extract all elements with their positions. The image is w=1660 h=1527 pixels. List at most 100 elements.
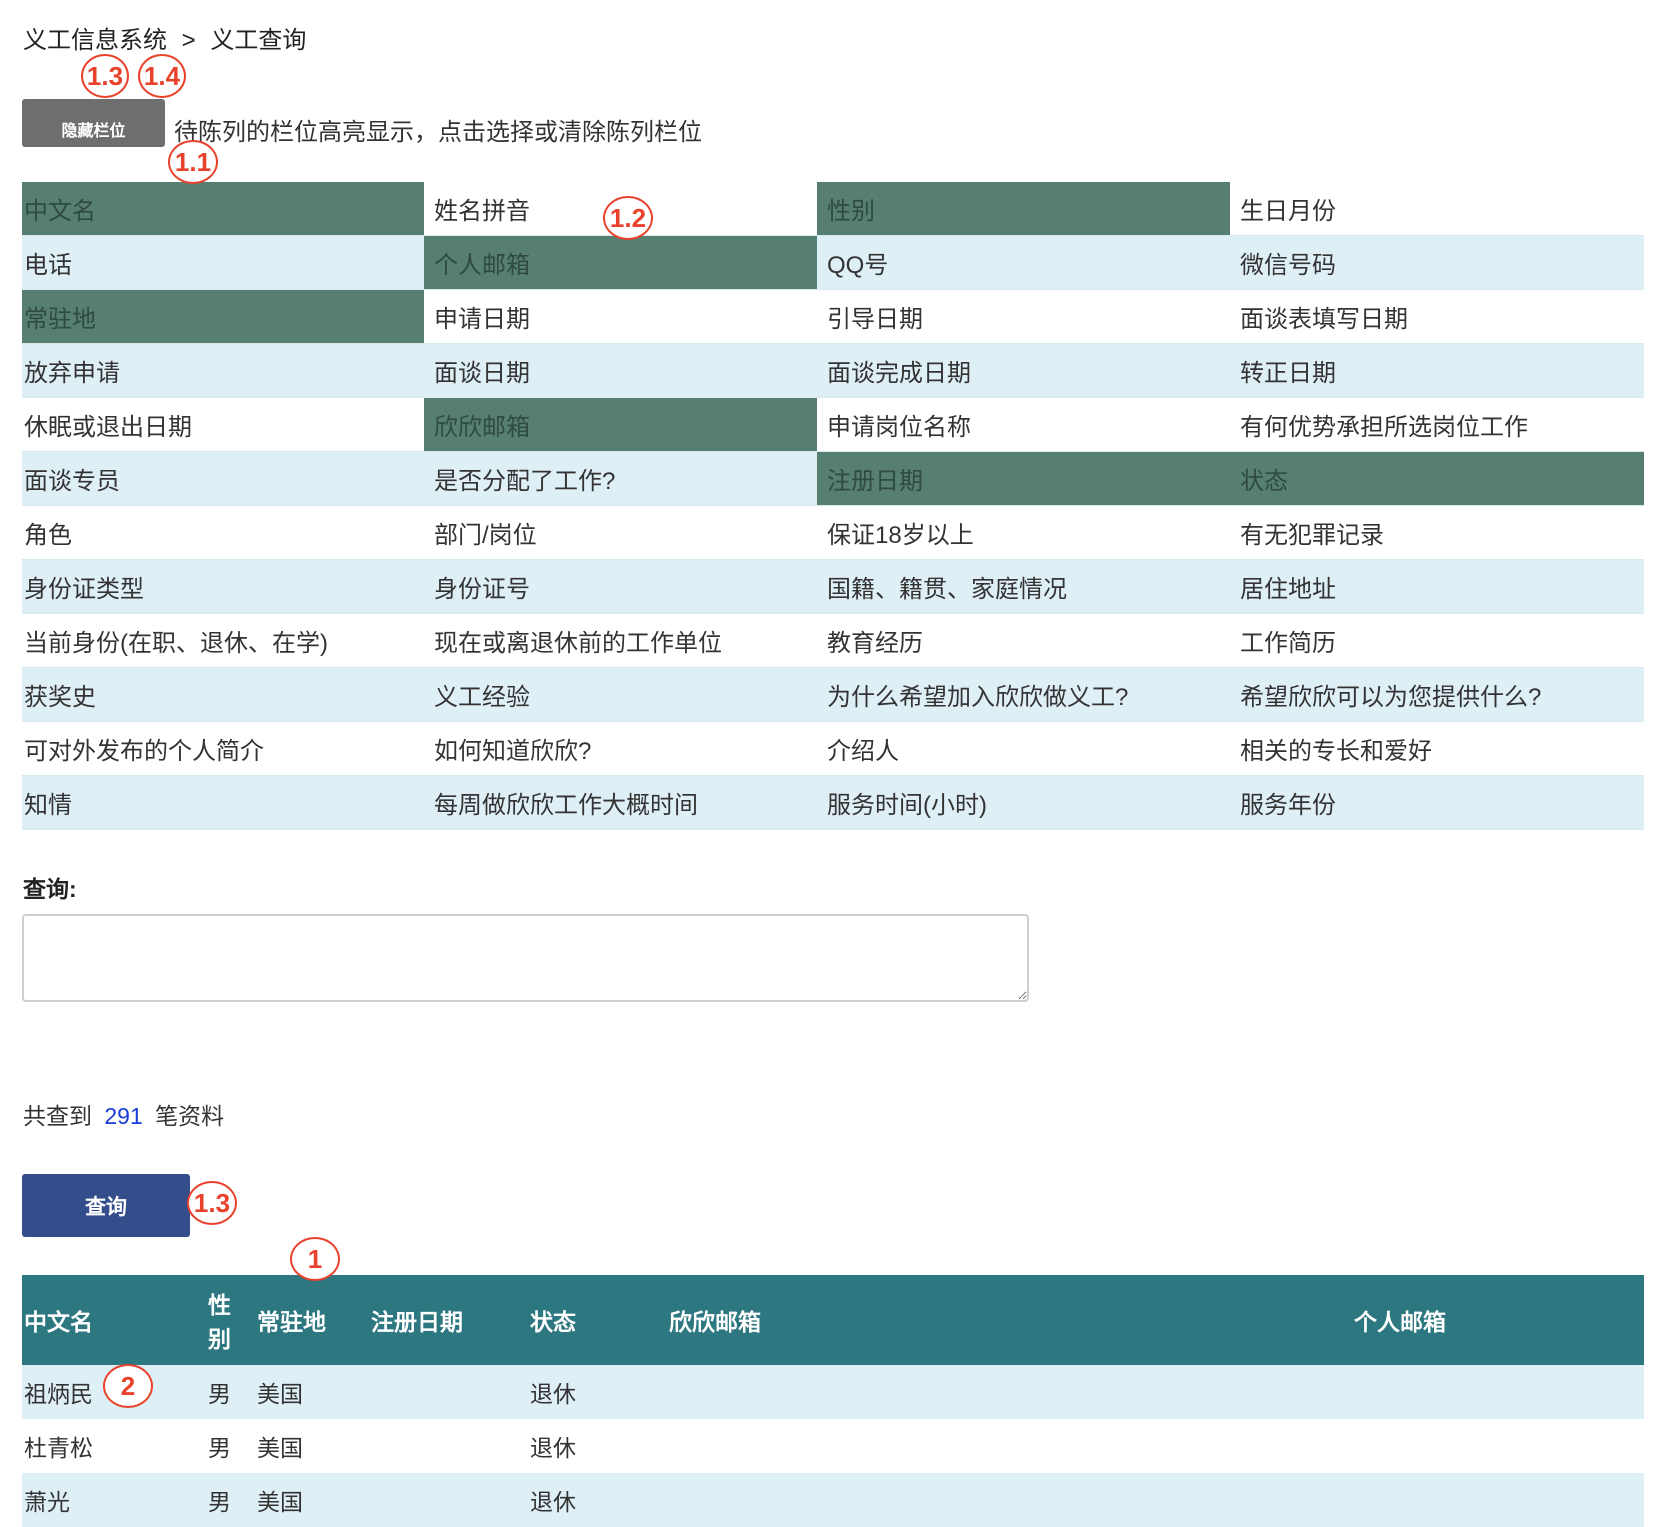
field-option[interactable]: 知情 bbox=[22, 776, 424, 830]
table-cell bbox=[1156, 1365, 1644, 1419]
field-option[interactable]: 个人邮箱 bbox=[424, 236, 817, 290]
field-option[interactable]: 义工经验 bbox=[424, 668, 817, 722]
field-option[interactable]: 面谈专员 bbox=[22, 452, 424, 506]
column-header-name[interactable]: 中文名 bbox=[22, 1275, 206, 1365]
field-option[interactable]: 居住地址 bbox=[1230, 560, 1644, 614]
table-cell bbox=[369, 1365, 528, 1419]
table-cell: 男 bbox=[206, 1365, 255, 1419]
field-option[interactable]: 注册日期 bbox=[817, 452, 1230, 506]
table-cell: 男 bbox=[208, 1435, 231, 1461]
field-option[interactable]: 中文名 bbox=[22, 182, 424, 236]
result-count-number: 291 bbox=[104, 1103, 143, 1129]
field-option[interactable]: 每周做欣欣工作大概时间 bbox=[424, 776, 817, 830]
results-header-row: 中文名 性别 常驻地 注册日期 状态 欣欣邮箱 个人邮箱 bbox=[22, 1275, 1644, 1365]
table-cell: 美国 bbox=[255, 1473, 369, 1527]
table-cell: 美国 bbox=[255, 1365, 369, 1419]
table-cell bbox=[369, 1419, 528, 1473]
column-header-status[interactable]: 状态 bbox=[528, 1275, 667, 1365]
field-selection-hint: 待陈列的栏位高亮显示，点击选择或清除陈列栏位 bbox=[174, 119, 702, 146]
hide-fields-button[interactable]: 隐藏栏位 bbox=[22, 99, 165, 147]
table-cell bbox=[1156, 1473, 1644, 1527]
field-option[interactable]: 放弃申请 bbox=[22, 344, 424, 398]
field-option[interactable]: 引导日期 bbox=[817, 290, 1230, 344]
field-option[interactable]: 身份证号 bbox=[424, 560, 817, 614]
field-option[interactable]: 申请岗位名称 bbox=[817, 398, 1230, 452]
annotation-marker: 1.1 bbox=[168, 140, 218, 184]
annotation-marker: 1 bbox=[290, 1237, 340, 1281]
field-option[interactable]: 常驻地 bbox=[22, 290, 424, 344]
field-option[interactable]: 微信号码 bbox=[1230, 236, 1644, 290]
field-option[interactable]: 可对外发布的个人简介 bbox=[22, 722, 424, 776]
table-cell bbox=[667, 1365, 1156, 1419]
field-selector-grid: 中文名 姓名拼音 性别 生日月份 电话 个人邮箱 QQ号 微信号码 常驻地 申请日期 引导日期 面谈表… bbox=[22, 182, 1644, 830]
table-cell: 杜青松 bbox=[24, 1435, 93, 1461]
query-button[interactable]: 查询 bbox=[22, 1174, 190, 1237]
breadcrumb: 义工信息系统 > 义工查询 bbox=[23, 20, 306, 55]
field-option[interactable]: 面谈日期 bbox=[424, 344, 817, 398]
field-option[interactable]: 有何优势承担所选岗位工作 bbox=[1230, 398, 1644, 452]
table-row[interactable]: 杜青松 男美国 退休 bbox=[22, 1419, 1644, 1473]
field-option[interactable]: QQ号 bbox=[817, 236, 1230, 290]
results-table: 中文名 性别 常驻地 注册日期 状态 欣欣邮箱 个人邮箱 祖炳民男美国 退休 杜青松… bbox=[22, 1275, 1644, 1527]
column-header-register-date[interactable]: 注册日期 bbox=[369, 1275, 528, 1365]
field-option[interactable]: 介绍人 bbox=[817, 722, 1230, 776]
table-cell: 退休 bbox=[528, 1473, 667, 1527]
field-option[interactable]: 状态 bbox=[1230, 452, 1644, 506]
annotation-marker: 1.2 bbox=[603, 196, 653, 240]
field-option[interactable]: 是否分配了工作? bbox=[424, 452, 817, 506]
table-cell: 退休 bbox=[528, 1365, 667, 1419]
field-option[interactable]: 面谈表填写日期 bbox=[1230, 290, 1644, 344]
field-option[interactable]: 现在或离退休前的工作单位 bbox=[424, 614, 817, 668]
result-count-prefix: 共查到 bbox=[23, 1103, 92, 1129]
field-option[interactable]: 欣欣邮箱 bbox=[424, 398, 817, 452]
result-count-suffix: 笔资料 bbox=[155, 1103, 225, 1129]
table-cell: 男 bbox=[206, 1473, 255, 1527]
table-row[interactable]: 萧光男美国 退休 bbox=[22, 1473, 1644, 1527]
field-option[interactable]: 工作简历 bbox=[1230, 614, 1644, 668]
column-header-gender[interactable]: 性别 bbox=[206, 1275, 255, 1365]
query-input[interactable] bbox=[22, 914, 1029, 1002]
field-option[interactable]: 服务时间(小时) bbox=[817, 776, 1230, 830]
table-cell bbox=[667, 1473, 1156, 1527]
table-cell bbox=[1156, 1419, 1644, 1473]
field-option[interactable]: 国籍、籍贯、家庭情况 bbox=[817, 560, 1230, 614]
annotation-marker: 1.3 bbox=[81, 54, 129, 98]
field-option[interactable]: 为什么希望加入欣欣做义工? bbox=[817, 668, 1230, 722]
field-option[interactable]: 当前身份(在职、退休、在学) bbox=[22, 614, 424, 668]
field-option[interactable]: 面谈完成日期 bbox=[817, 344, 1230, 398]
field-option[interactable]: 获奖史 bbox=[22, 668, 424, 722]
column-header-location[interactable]: 常驻地 bbox=[255, 1275, 369, 1365]
field-option[interactable]: 部门/岗位 bbox=[424, 506, 817, 560]
field-option[interactable]: 角色 bbox=[22, 506, 424, 560]
field-option[interactable]: 保证18岁以上 bbox=[817, 506, 1230, 560]
annotation-marker: 1.3 bbox=[187, 1181, 237, 1225]
field-option[interactable]: 申请日期 bbox=[424, 290, 817, 344]
table-cell: 退休 bbox=[530, 1435, 576, 1461]
field-option[interactable]: 如何知道欣欣? bbox=[424, 722, 817, 776]
annotation-marker: 2 bbox=[103, 1364, 153, 1408]
field-option[interactable]: 转正日期 bbox=[1230, 344, 1644, 398]
table-cell: 美国 bbox=[257, 1435, 303, 1461]
field-option[interactable]: 服务年份 bbox=[1230, 776, 1644, 830]
breadcrumb-current: 义工查询 bbox=[210, 27, 307, 54]
table-cell: 萧光 bbox=[22, 1473, 206, 1527]
result-count: 共查到 291 笔资料 bbox=[23, 1097, 224, 1131]
field-option[interactable]: 生日月份 bbox=[1230, 182, 1644, 236]
breadcrumb-separator: > bbox=[181, 27, 196, 54]
table-cell bbox=[369, 1473, 528, 1527]
query-label: 查询: bbox=[23, 876, 77, 902]
field-option[interactable]: 休眠或退出日期 bbox=[22, 398, 424, 452]
field-option[interactable]: 有无犯罪记录 bbox=[1230, 506, 1644, 560]
field-option[interactable]: 教育经历 bbox=[817, 614, 1230, 668]
table-cell bbox=[667, 1419, 1156, 1473]
column-header-xinxin-email[interactable]: 欣欣邮箱 bbox=[667, 1275, 1156, 1365]
annotation-marker: 1.4 bbox=[138, 54, 186, 98]
field-option[interactable]: 电话 bbox=[22, 236, 424, 290]
field-option[interactable]: 希望欣欣可以为您提供什么? bbox=[1230, 668, 1644, 722]
table-row[interactable]: 祖炳民男美国 退休 bbox=[22, 1365, 1644, 1419]
column-header-personal-email[interactable]: 个人邮箱 bbox=[1156, 1275, 1644, 1365]
field-option[interactable]: 身份证类型 bbox=[22, 560, 424, 614]
field-option[interactable]: 相关的专长和爱好 bbox=[1230, 722, 1644, 776]
field-option[interactable]: 性别 bbox=[817, 182, 1230, 236]
breadcrumb-root[interactable]: 义工信息系统 bbox=[23, 27, 167, 54]
